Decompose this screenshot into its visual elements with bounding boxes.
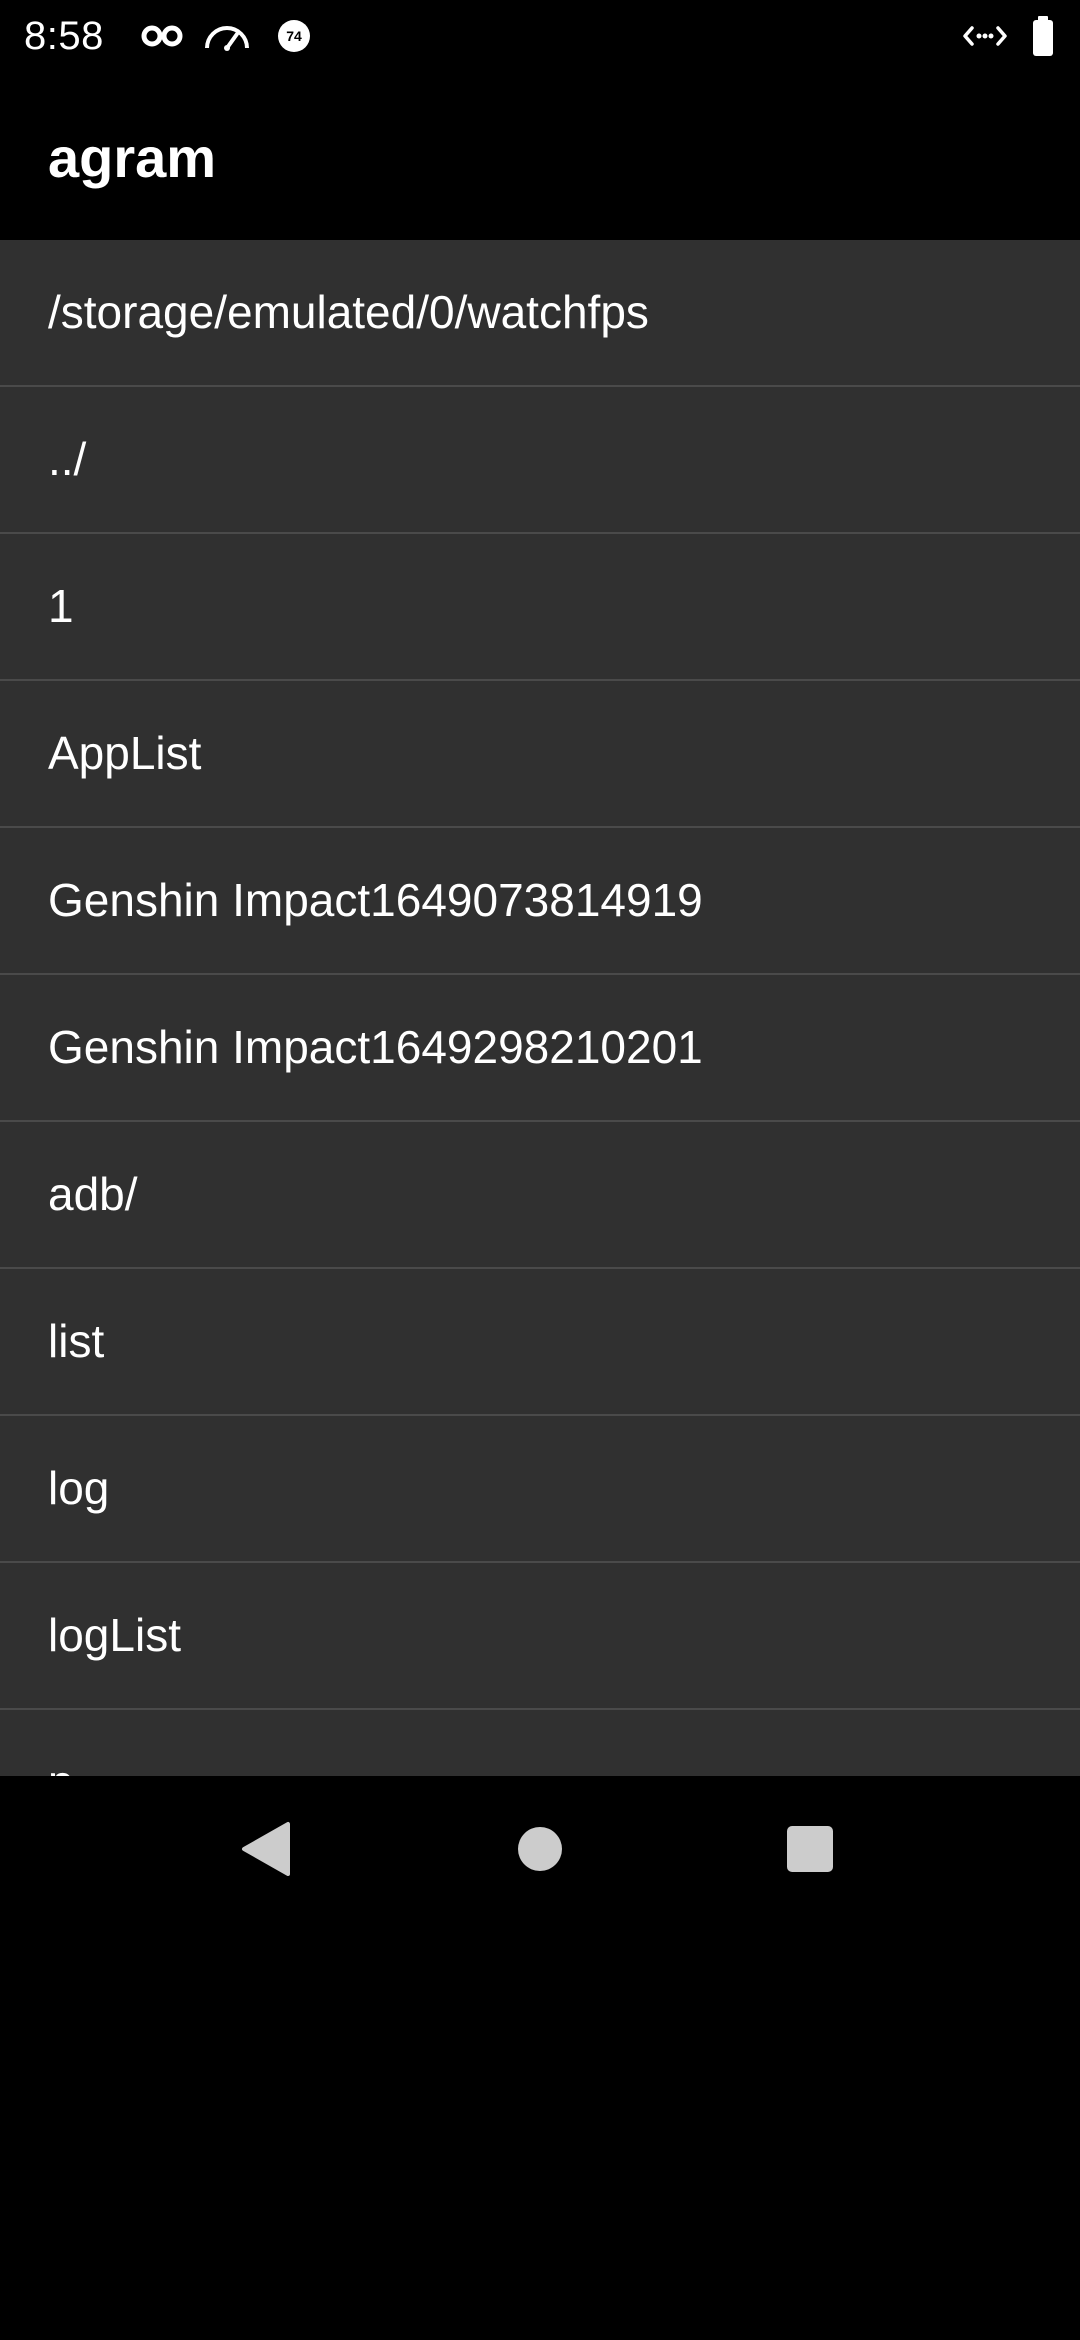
- speedometer-icon: [205, 26, 249, 51]
- incognito-icon: [141, 25, 183, 47]
- list-item[interactable]: list: [0, 1269, 1080, 1416]
- data-transfer-icon: [963, 26, 1007, 46]
- app-bar: agram: [0, 72, 1080, 240]
- list-item-label: adb/: [48, 1168, 138, 1220]
- list-item[interactable]: log: [0, 1416, 1080, 1563]
- list-item[interactable]: Genshin Impact1649073814919: [0, 828, 1080, 975]
- list-item[interactable]: Genshin Impact1649298210201: [0, 975, 1080, 1122]
- list-item-label: Genshin Impact1649073814919: [48, 874, 703, 926]
- back-icon[interactable]: [232, 1814, 302, 1884]
- list-item[interactable]: p: [0, 1710, 1080, 1776]
- app-title: agram: [48, 126, 217, 189]
- list-item-label: Genshin Impact1649298210201: [48, 1021, 703, 1073]
- current-path-label: /storage/emulated/0/watchfps: [48, 286, 649, 338]
- list-item[interactable]: AppList: [0, 681, 1080, 828]
- list-item-label: p: [48, 1754, 74, 1776]
- current-path-row[interactable]: /storage/emulated/0/watchfps: [0, 240, 1080, 387]
- list-item-parent-directory[interactable]: ../: [0, 387, 1080, 534]
- notification-badge-icon: 74: [278, 20, 310, 52]
- list-item[interactable]: 1: [0, 534, 1080, 681]
- list-item-label: 1: [48, 580, 74, 632]
- battery-icon: [1033, 16, 1053, 56]
- recents-icon[interactable]: [775, 1814, 845, 1884]
- status-time: 8:58: [24, 14, 104, 58]
- file-list[interactable]: /storage/emulated/0/watchfps ../ 1 AppLi…: [0, 240, 1080, 1776]
- list-item[interactable]: logList: [0, 1563, 1080, 1710]
- navigation-bar: [0, 1776, 1080, 1922]
- home-icon[interactable]: [505, 1814, 575, 1884]
- notification-badge-number: 74: [286, 28, 302, 44]
- list-item-label: AppList: [48, 727, 202, 779]
- list-item[interactable]: adb/: [0, 1122, 1080, 1269]
- list-item-label: list: [48, 1315, 105, 1367]
- status-bar: 8:58 74: [0, 0, 1080, 72]
- list-item-label: ../: [48, 433, 87, 485]
- list-item-label: log: [48, 1462, 110, 1514]
- list-item-label: logList: [48, 1609, 181, 1661]
